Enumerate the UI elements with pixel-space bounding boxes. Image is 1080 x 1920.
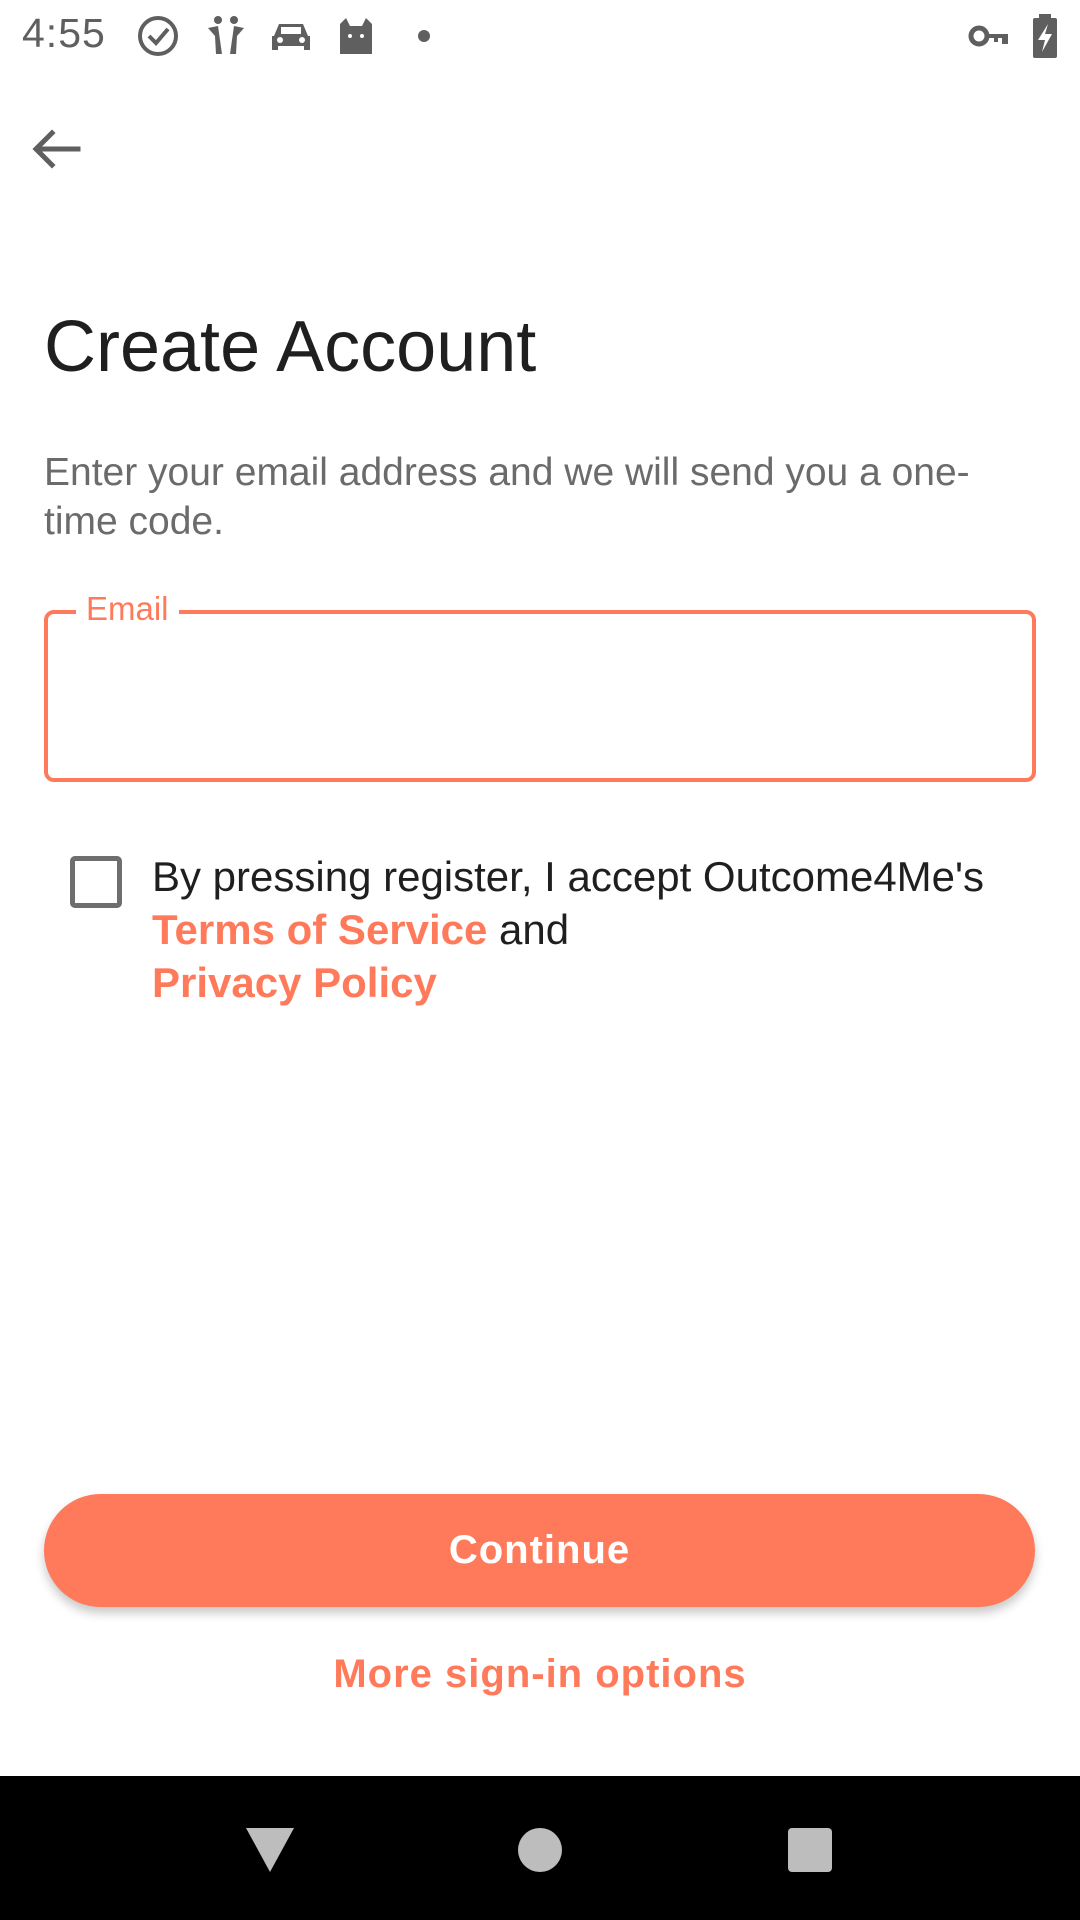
page-title: Create Account bbox=[44, 307, 537, 387]
privacy-policy-link[interactable]: Privacy Policy bbox=[152, 959, 437, 1006]
email-field[interactable]: Email bbox=[44, 590, 1036, 782]
dot-icon bbox=[414, 14, 434, 58]
car-icon bbox=[268, 14, 314, 58]
cat-icon bbox=[334, 14, 378, 58]
status-time: 4:55 bbox=[22, 10, 106, 56]
terms-text: By pressing register, I accept Outcome4M… bbox=[152, 850, 1012, 1009]
status-bar: 4:55 bbox=[0, 0, 1080, 74]
email-input[interactable] bbox=[80, 664, 1000, 724]
terms-text-before: By pressing register, I accept Outcome4M… bbox=[152, 853, 985, 900]
home-circle-icon[interactable] bbox=[508, 1816, 572, 1880]
back-triangle-icon[interactable] bbox=[238, 1816, 302, 1880]
app-figures-icon bbox=[204, 14, 248, 58]
recents-square-icon[interactable] bbox=[778, 1816, 842, 1880]
terms-checkbox[interactable] bbox=[70, 856, 122, 908]
more-sign-in-options-link[interactable]: More sign-in options bbox=[0, 1652, 1080, 1697]
create-account-screen: 4:55 Create Account Enter your email add… bbox=[0, 0, 1080, 1920]
page-subtitle: Enter your email address and we will sen… bbox=[44, 451, 970, 543]
battery-charging-icon bbox=[1030, 14, 1060, 58]
terms-of-service-link[interactable]: Terms of Service bbox=[152, 906, 487, 953]
email-label: Email bbox=[76, 590, 179, 628]
vpn-key-icon bbox=[968, 14, 1012, 58]
continue-button[interactable]: Continue bbox=[44, 1494, 1035, 1607]
back-button[interactable] bbox=[20, 115, 92, 187]
navigation-bar bbox=[0, 1776, 1080, 1920]
check-circle-icon bbox=[136, 14, 182, 58]
terms-text-middle: and bbox=[487, 906, 570, 953]
arrow-left-icon bbox=[32, 129, 81, 169]
